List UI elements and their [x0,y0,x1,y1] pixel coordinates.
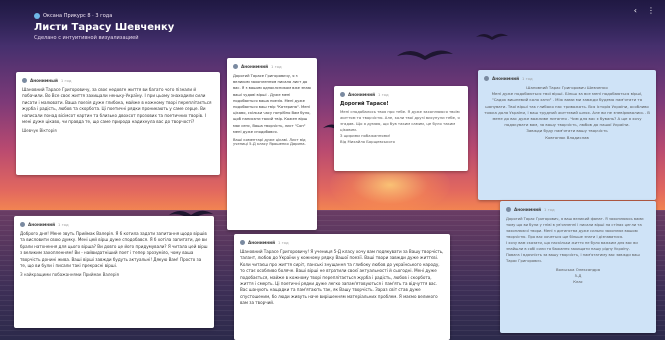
card-signature: Вольська Олександра 5-Д Клас [555,267,601,285]
user-icon [20,222,25,227]
card-author: Анонимный [30,78,58,83]
top-actions: ‹ ⋮ [634,6,655,15]
card-body: Дорогий Тарас Григорович, я ваш великий … [506,217,644,263]
card-body: Шановний Тарасе Григоровичу! Я учениця 5… [240,249,445,306]
post-card[interactable]: Анонимний 1 год Дорогий Тарас Григорович… [500,201,656,333]
card-signature: Шевчук Вікторія [22,128,57,134]
breadcrumb-text[interactable]: Оксана Прикурс 8 · 3 года [43,13,112,19]
post-card[interactable]: Анонимний 1 год Дорогий Тарасе! Мені спо… [334,86,468,171]
top-bar: Оксана Прикурс 8 · 3 года Листи Тарасу Ш… [0,0,665,46]
post-card[interactable]: Анонимний 1 год Шановний Тарас Григорови… [478,70,656,200]
user-icon [340,92,345,97]
post-card[interactable]: ✎ ⋮ Анонимный 1 год Шановний Тарасе Григ… [16,72,220,175]
user-icon [22,78,27,83]
card-signature: З найкращими побажаннями Приймак Валерія [20,272,119,278]
card-header: Анонимний 1 год [233,63,311,70]
seagull-silhouette [397,50,453,60]
card-header: Анонимний 1 год [20,221,208,228]
card-header: Анонимний 1 год [240,239,444,246]
card-body: Мені сподобалось твоя про тебе. Я дуже з… [340,109,460,144]
user-icon [240,240,245,245]
card-header: Анонимний 1 год [484,75,650,82]
user-icon [506,207,511,212]
post-card[interactable]: Анонимний 1 год Шановний Тарасе Григоров… [234,234,450,340]
back-icon[interactable]: ‹ [634,6,637,15]
card-author: Анонимний [28,222,56,227]
card-time: 1 год [271,64,282,69]
card-time: 1 год [544,207,555,212]
card-time: 1 год [278,240,289,245]
card-header: Анонимний 1 год [340,91,462,98]
card-time: 1 год [378,92,389,97]
card-author: Анонимний [248,240,276,245]
card-header: Анонимний 1 год [506,206,650,213]
page-title: Листи Тарасу Шевченку [34,22,175,33]
post-card[interactable]: Анонимний 1 год Доброго дня! Мене звуть … [14,216,214,328]
breadcrumb[interactable]: Оксана Прикурс 8 · 3 года [34,13,112,19]
card-body: Доброго дня! Мене звуть Приймак Валерія.… [20,231,209,269]
card-time: 1 год [522,76,533,81]
card-body: Дорогий Тарасе Григоровичу, я з великим … [233,74,313,134]
card-title: Дорогий Тарасе! [340,101,389,107]
card-body: Шановний Тарас Григорович Шевченко Мені … [484,85,650,140]
card-body: Шановний Тарасе Григоровичу, за своє нед… [22,87,213,125]
post-card[interactable]: Анонимний 1 год Дорогий Тарасе Григорови… [227,58,317,230]
card-time: 1 год [58,222,69,227]
card-header: Анонимный 1 год [22,77,214,84]
user-icon [233,64,238,69]
card-time: 1 год [60,78,72,83]
card-author: Анонимний [492,76,520,81]
user-icon [484,76,489,81]
card-author: Анонимний [241,64,269,69]
card-author: Анонимний [348,92,376,97]
card-author: Анонимний [514,207,542,212]
card-signature: Ваші коментарі дуже цікаві. Лист від уче… [233,138,306,147]
more-icon[interactable]: ⋮ [647,6,655,15]
page-subtitle: Сделано с интуитивной визуализацией [34,35,139,41]
user-icon [34,13,40,19]
